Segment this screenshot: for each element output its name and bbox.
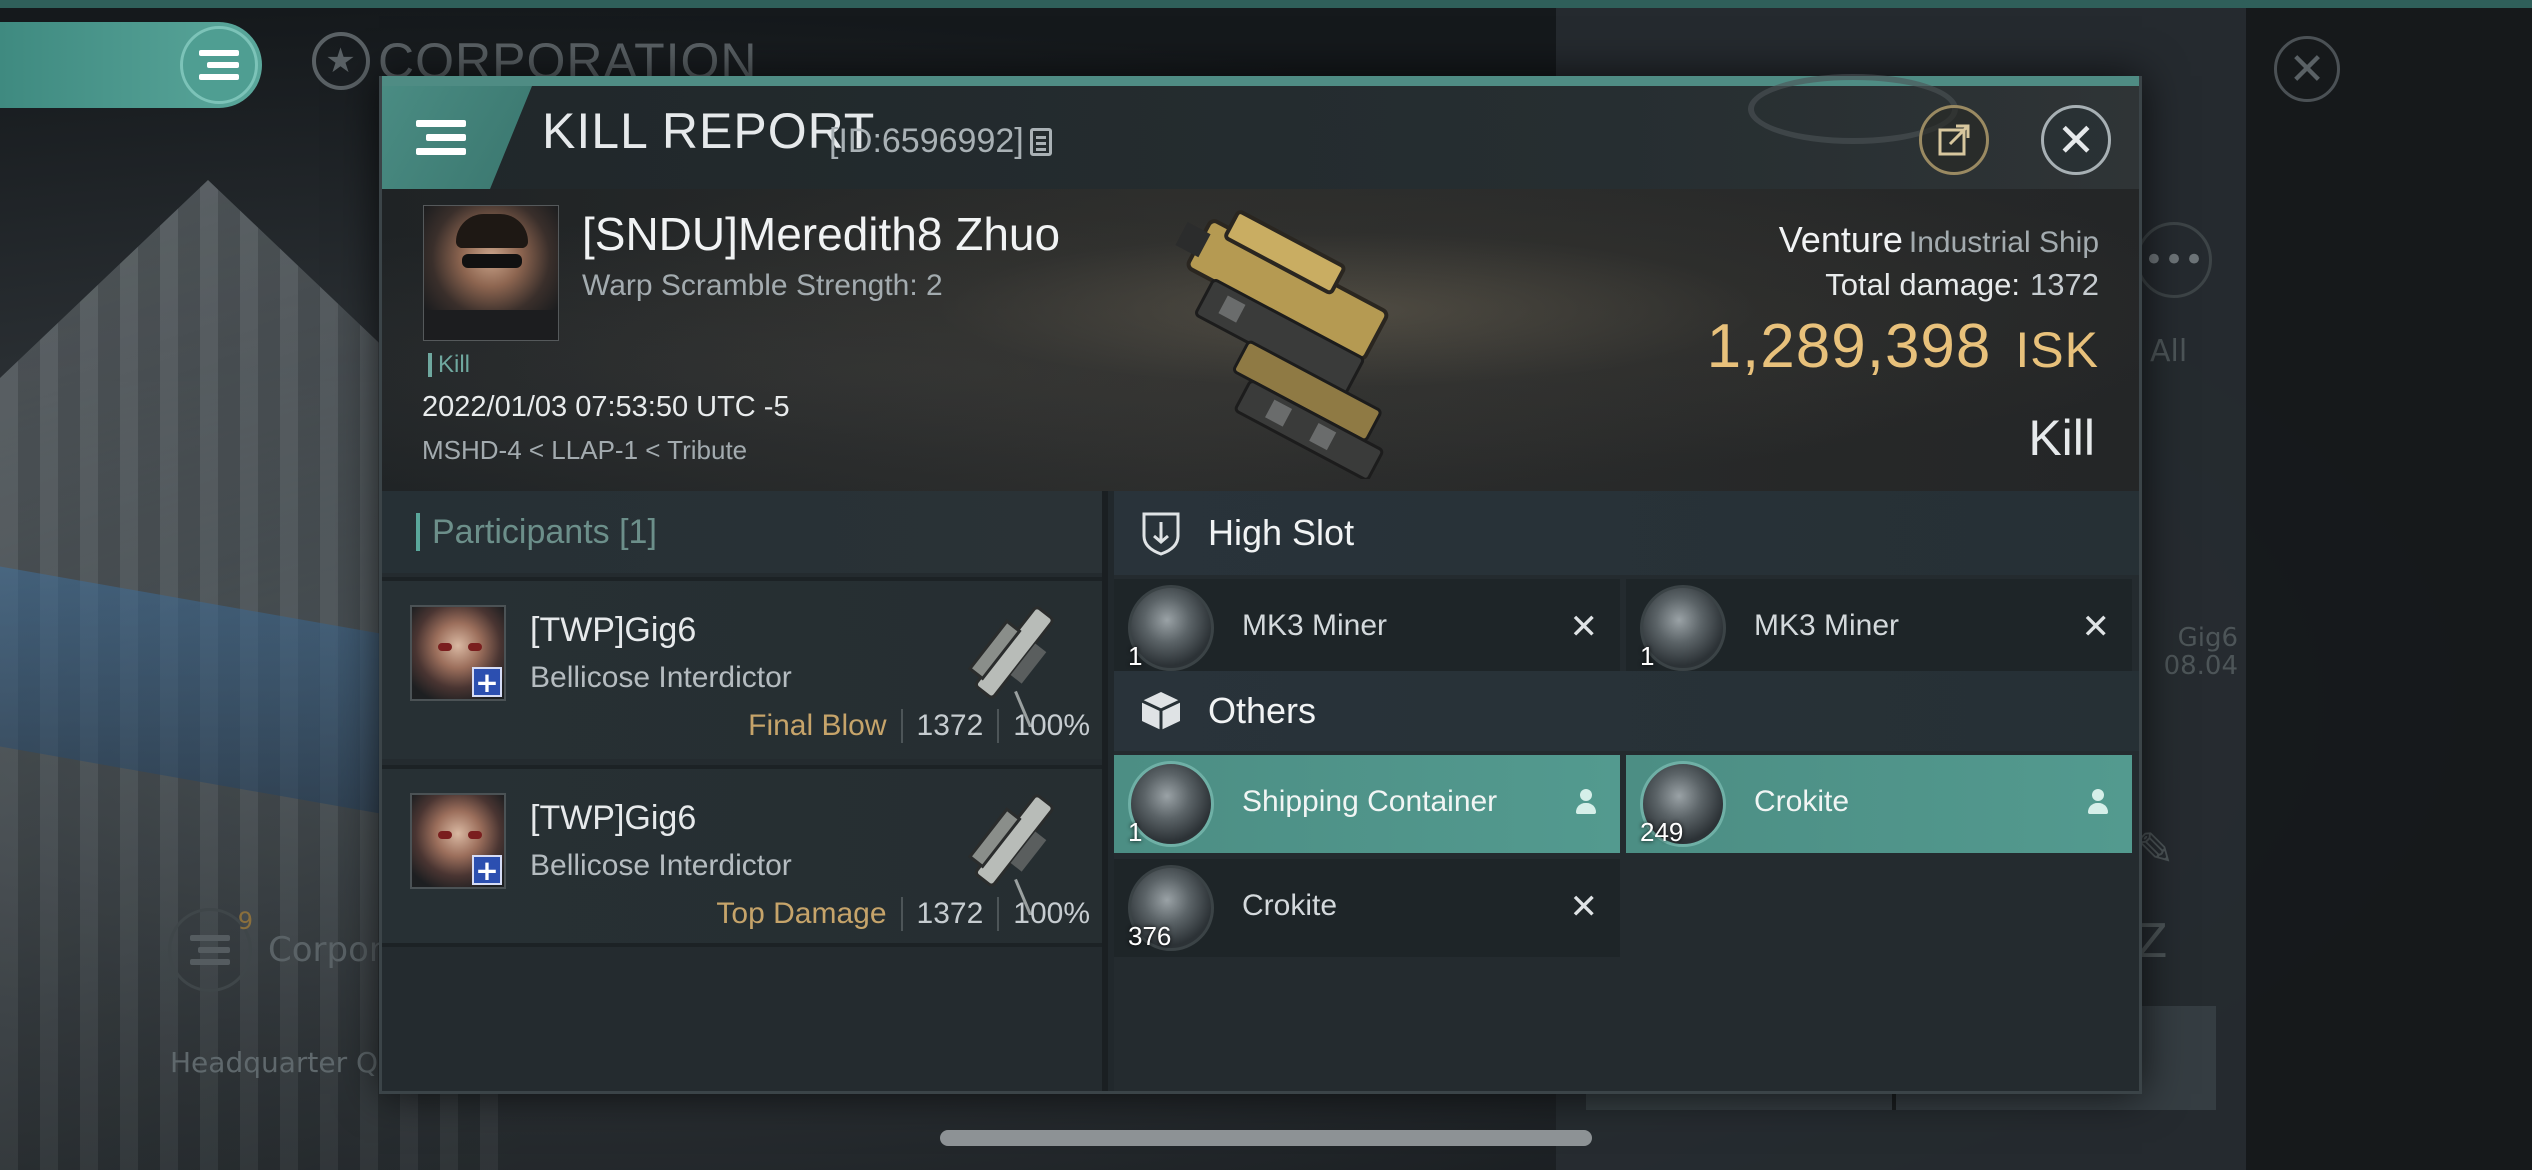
corporation-menu-button[interactable] [0,22,262,108]
corporation-shortcut[interactable]: 9 Corpor [168,907,383,992]
participant-percent: 100% [1013,897,1090,930]
corporation-shortcut-label: Corpor [268,930,383,970]
top-damage-label: Top Damage [716,897,887,930]
participant-percent: 100% [1013,709,1090,742]
item-quantity: 1 [1128,641,1143,671]
destroyed-icon: ✕ [1569,888,1599,926]
participant-damage: 1372 [916,897,984,930]
background-close-icon[interactable]: ✕ [2274,36,2340,102]
dialog-title: KILL REPORT [542,103,876,159]
home-indicator[interactable] [940,1130,1592,1146]
plus-icon: + [472,855,502,885]
item-name: Crokite [1242,889,1338,922]
top-strip [0,0,2532,8]
destroyed-icon: ✕ [2081,608,2111,646]
victim-banner: [SNDU]Meredith8 Zhuo Warp Scramble Stren… [382,189,2139,491]
item-quantity: 1 [1640,641,1655,671]
warp-scramble-strength: Warp Scramble Strength: 2 [582,269,943,302]
participant-damage: 1372 [916,709,984,742]
high-slot-icon [1142,512,1180,556]
drop-icon [2086,789,2110,815]
menu-icon [416,120,466,155]
kill-report-dialog: KILL REPORT [ID:6596992] ✕ [SNDU]Meredit… [379,74,2142,1094]
kill-location: MSHD-4 < LLAP-1 < Tribute [422,435,748,465]
destroyed-icon: ✕ [1569,608,1599,646]
background-entry: Gig6 08.04 [2163,623,2238,681]
copy-icon[interactable] [1029,127,1052,156]
ship-info: Venture Industrial Ship Total damage: 1372… [1707,219,2099,382]
participant-ship-image [967,606,1054,727]
notification-badge: 9 [237,907,253,935]
participant-name: [TWP]Gig6 [530,611,697,649]
victim-ship-image[interactable] [1102,199,1432,479]
item-slot[interactable]: 376 Crokite ✕ [1114,859,1620,957]
participant-row[interactable]: + [TWP]Gig6 Bellicose Interdictor Final … [382,577,1102,759]
item-quantity: 1 [1128,817,1143,847]
participant-ship-image [967,794,1054,915]
item-name: MK3 Miner [1242,609,1388,642]
total-damage: Total damage: 1372 [1825,267,2099,302]
share-icon [1938,124,1970,156]
participant-ship: Bellicose Interdictor [530,849,792,882]
dialog-header: KILL REPORT [ID:6596992] ✕ [382,74,2139,189]
cargo-icon [1141,692,1181,730]
close-button[interactable]: ✕ [2041,105,2111,175]
item-slot-dropped[interactable]: 1 Shipping Container [1114,755,1620,853]
item-name: Crokite [1754,785,1850,818]
close-icon: ✕ [2056,113,2096,167]
item-quantity: 376 [1128,921,1172,951]
corporation-star-icon: ★ [312,32,370,90]
item-name: MK3 Miner [1754,609,1900,642]
kill-id[interactable]: [ID:6596992] [829,122,1052,161]
participant-name: [TWP]Gig6 [530,799,697,837]
item-slot-dropped[interactable]: 249 Crokite [1626,755,2132,853]
participant-ship: Bellicose Interdictor [530,661,792,694]
dialog-menu-button[interactable] [382,86,532,189]
drop-icon [1574,789,1598,815]
kill-type-label: Kill [2028,410,2095,466]
share-button[interactable] [1919,105,1989,175]
ship-type[interactable]: Venture Industrial Ship [1707,219,2099,261]
menu-icon: 9 [168,907,253,992]
participant-portrait[interactable]: + [410,605,506,701]
victim-name[interactable]: [SNDU]Meredith8 Zhuo [582,207,1060,261]
participant-stats: Top Damage 1372 100% [716,897,1090,931]
filter-all-label[interactable]: All [2150,334,2187,369]
item-slot[interactable]: 1 MK3 Miner ✕ [1626,579,2132,677]
participants-header: Participants [1] [382,491,1102,573]
headquarter-label: Headquarter Q-T [170,1046,404,1079]
high-slot-header: High Slot [1114,491,2139,575]
others-header: Others [1114,671,2139,751]
fitting-panel: High Slot 1 MK3 Miner ✕ 1 MK3 Miner ✕ Ot… [1114,491,2139,1091]
isk-value: 1,289,398 ISK [1706,312,2099,381]
item-slot[interactable]: 1 MK3 Miner ✕ [1114,579,1620,677]
participant-stats: Final Blow 1372 100% [748,709,1090,743]
item-quantity: 249 [1640,817,1684,847]
more-options-icon[interactable]: ••• [2136,222,2212,298]
kill-timestamp: 2022/01/03 07:53:50 UTC -5 [422,391,790,423]
victim-portrait[interactable] [423,205,559,341]
menu-icon [180,26,258,104]
item-name: Shipping Container [1242,785,1498,818]
background-right-panel-dark [2246,8,2532,1170]
participants-panel: Participants [1] + [TWP]Gig6 Bellicose I… [382,491,1108,1091]
plus-icon: + [472,667,502,697]
kill-tag: Kill [428,351,470,379]
final-blow-label: Final Blow [748,709,887,742]
participant-portrait[interactable]: + [410,793,506,889]
participant-row[interactable]: + [TWP]Gig6 Bellicose Interdictor Top Da… [382,765,1102,947]
